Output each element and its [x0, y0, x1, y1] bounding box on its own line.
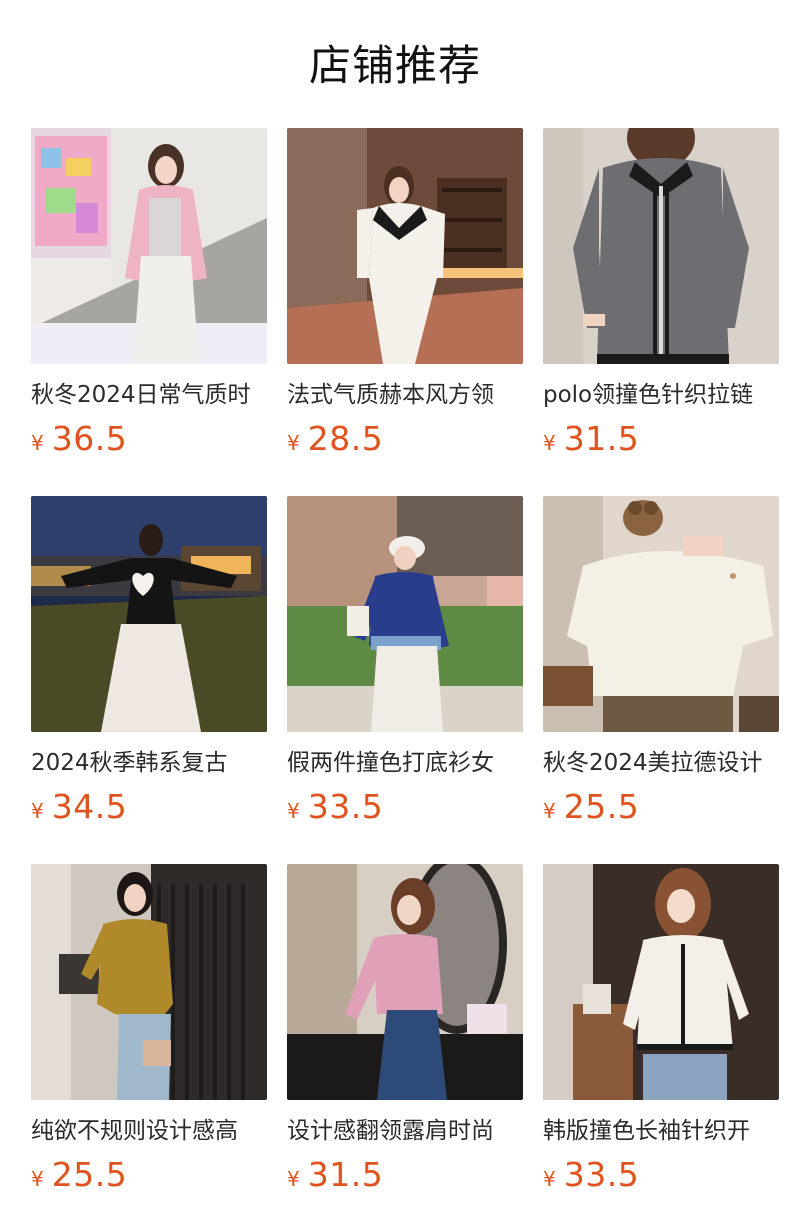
- product-image[interactable]: [31, 864, 267, 1100]
- product-image[interactable]: [31, 496, 267, 732]
- product-image[interactable]: [31, 128, 267, 364]
- product-photo-pink-cardigan: [31, 128, 267, 364]
- product-name[interactable]: 法式气质赫本风方领: [287, 380, 523, 410]
- product-image[interactable]: [543, 864, 779, 1100]
- product-photo-black-heart-sweater: [31, 496, 267, 732]
- product-card[interactable]: 纯欲不规则设计感高 ¥ 25.5: [31, 864, 267, 1232]
- product-card[interactable]: polo领撞色针织拉链 ¥ 31.5: [543, 128, 779, 496]
- product-image[interactable]: [287, 864, 523, 1100]
- product-card[interactable]: 法式气质赫本风方领 ¥ 28.5: [287, 128, 523, 496]
- section-title: 店铺推荐: [308, 41, 481, 90]
- currency-symbol: ¥: [31, 1167, 44, 1191]
- product-name[interactable]: 秋冬2024美拉德设计: [543, 748, 779, 778]
- product-photo-mustard-top: [31, 864, 267, 1100]
- product-price: ¥ 31.5: [543, 420, 779, 462]
- product-name[interactable]: 纯欲不规则设计感高: [31, 1116, 267, 1146]
- price-amount: 34.5: [51, 787, 128, 826]
- product-card[interactable]: 秋冬2024日常气质时 ¥ 36.5: [31, 128, 267, 496]
- currency-symbol: ¥: [287, 1167, 300, 1191]
- price-amount: 31.5: [563, 419, 640, 458]
- price-amount: 33.5: [307, 787, 384, 826]
- product-photo-white-contrast-cardigan: [543, 864, 779, 1100]
- product-price: ¥ 36.5: [31, 420, 267, 462]
- currency-symbol: ¥: [31, 799, 44, 823]
- currency-symbol: ¥: [543, 431, 556, 455]
- product-name[interactable]: 2024秋季韩系复古: [31, 748, 267, 778]
- price-amount: 31.5: [307, 1155, 384, 1194]
- product-price: ¥ 25.5: [543, 788, 779, 830]
- product-card[interactable]: 设计感翻领露肩时尚 ¥ 31.5: [287, 864, 523, 1232]
- product-name[interactable]: 假两件撞色打底衫女: [287, 748, 523, 778]
- product-image[interactable]: [287, 496, 523, 732]
- product-photo-pink-off-shoulder: [287, 864, 523, 1100]
- product-photo-cream-knit: [543, 496, 779, 732]
- product-price: ¥ 34.5: [31, 788, 267, 830]
- product-price: ¥ 28.5: [287, 420, 523, 462]
- product-photo-navy-top: [287, 496, 523, 732]
- product-card[interactable]: 秋冬2024美拉德设计 ¥ 25.5: [543, 496, 779, 864]
- currency-symbol: ¥: [287, 431, 300, 455]
- product-card[interactable]: 韩版撞色长袖针织开 ¥ 33.5: [543, 864, 779, 1232]
- currency-symbol: ¥: [31, 431, 44, 455]
- price-amount: 33.5: [563, 1155, 640, 1194]
- product-grid: 秋冬2024日常气质时 ¥ 36.5 法式气质赫本风方领 ¥ 28.5 polo…: [31, 128, 779, 1232]
- product-name[interactable]: 设计感翻领露肩时尚: [287, 1116, 523, 1146]
- product-price: ¥ 33.5: [287, 788, 523, 830]
- product-image[interactable]: [543, 128, 779, 364]
- currency-symbol: ¥: [543, 799, 556, 823]
- price-amount: 28.5: [307, 419, 384, 458]
- product-name[interactable]: 韩版撞色长袖针织开: [543, 1116, 779, 1146]
- product-card[interactable]: 假两件撞色打底衫女 ¥ 33.5: [287, 496, 523, 864]
- price-amount: 25.5: [563, 787, 640, 826]
- product-card[interactable]: 2024秋季韩系复古 ¥ 34.5: [31, 496, 267, 864]
- product-photo-white-dress: [287, 128, 523, 364]
- product-name[interactable]: 秋冬2024日常气质时: [31, 380, 267, 410]
- currency-symbol: ¥: [287, 799, 300, 823]
- product-name[interactable]: polo领撞色针织拉链: [543, 380, 779, 410]
- product-photo-grey-polo-cardigan: [543, 128, 779, 364]
- price-amount: 25.5: [51, 1155, 128, 1194]
- product-price: ¥ 33.5: [543, 1156, 779, 1198]
- product-price: ¥ 25.5: [31, 1156, 267, 1198]
- store-recommendations-page: 店铺推荐 秋冬2024日常气质时 ¥ 36.5 法式气质赫本风方领 ¥ 28.5…: [0, 0, 790, 1232]
- product-price: ¥ 31.5: [287, 1156, 523, 1198]
- product-image[interactable]: [287, 128, 523, 364]
- currency-symbol: ¥: [543, 1167, 556, 1191]
- price-amount: 36.5: [51, 419, 128, 458]
- product-image[interactable]: [543, 496, 779, 732]
